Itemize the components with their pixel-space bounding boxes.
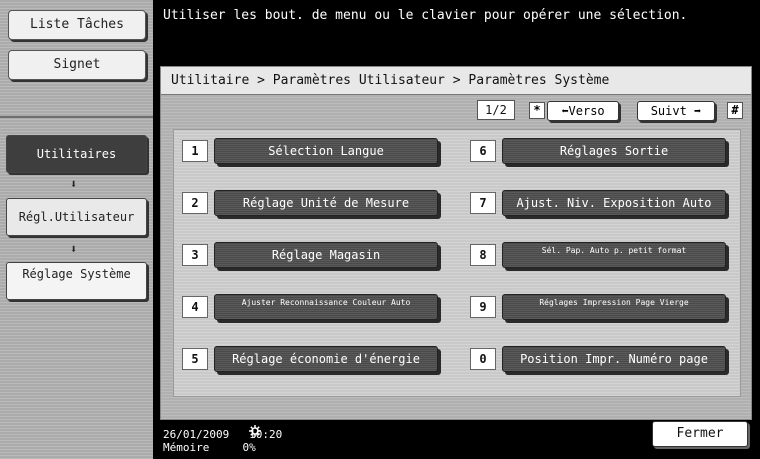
menu-item-8: 8 Sél. Pap. Auto p. petit format — [470, 242, 730, 268]
signet-button[interactable]: Signet — [8, 50, 146, 80]
menu-label: Sélection Langue — [268, 144, 384, 158]
main-panel: Utilitaire > Paramètres Utilisateur > Pa… — [160, 66, 752, 420]
left-panel: Liste Tâches Signet Utilitaires ⬇ Régl.U… — [0, 0, 153, 459]
menu-number: 8 — [470, 244, 496, 266]
memory-label: Mémoire — [163, 441, 210, 454]
menu-label: Ajuster Reconnaissance Couleur Auto — [241, 298, 411, 307]
menu-number: 6 — [470, 140, 496, 162]
selection-langue-button[interactable]: Sélection Langue — [214, 138, 438, 164]
star-key: * — [529, 102, 545, 119]
menu-number: 1 — [182, 140, 208, 162]
menu-label: Réglage Unité de Mesure — [242, 196, 410, 210]
menu-item-5: 5 Réglage économie d'énergie — [182, 346, 442, 372]
menu-number: 2 — [182, 192, 208, 214]
instruction-message: Utiliser les bout. de menu ou le clavier… — [163, 8, 688, 23]
status-bar: 26/01/2009 10:20 Mémoire 0% — [163, 428, 282, 454]
arrow-down-icon: ⬇ — [70, 177, 78, 191]
menu-label: Réglages Sortie — [559, 144, 669, 158]
sel-pap-auto-button[interactable]: Sél. Pap. Auto p. petit format — [502, 242, 726, 268]
suivant-button[interactable]: Suivt ➡ — [637, 101, 715, 121]
breadcrumb: Utilitaire > Paramètres Utilisateur > Pa… — [161, 67, 751, 95]
fermer-button[interactable]: Fermer — [652, 421, 748, 447]
nav-regl-utilisateur[interactable]: Régl.Utilisateur — [6, 198, 147, 236]
menu-number: 5 — [182, 348, 208, 370]
divider — [0, 116, 153, 118]
gear-icon — [249, 425, 261, 440]
status-date: 26/01/2009 — [163, 428, 230, 441]
menu-label: Ajust. Niv. Exposition Auto — [516, 196, 712, 210]
menu-number: 0 — [470, 348, 496, 370]
menu-label: Sél. Pap. Auto p. petit format — [541, 246, 687, 255]
menu-label: Réglages Impression Page Vierge — [539, 298, 689, 307]
menu-item-9: 9 Réglages Impression Page Vierge — [470, 294, 730, 320]
page-indicator: 1/2 — [477, 100, 515, 120]
menu-grid: 1 Sélection Langue 2 Réglage Unité de Me… — [173, 129, 741, 397]
menu-label: Position Impr. Numéro page — [520, 352, 708, 366]
menu-item-4: 4 Ajuster Reconnaissance Couleur Auto — [182, 294, 442, 320]
menu-item-1: 1 Sélection Langue — [182, 138, 442, 164]
liste-taches-button[interactable]: Liste Tâches — [8, 10, 146, 40]
menu-number: 9 — [470, 296, 496, 318]
ajuster-reconnaissance-couleur-button[interactable]: Ajuster Reconnaissance Couleur Auto — [214, 294, 438, 320]
ajust-niv-exposition-button[interactable]: Ajust. Niv. Exposition Auto — [502, 190, 726, 216]
memory-value: 0% — [242, 441, 256, 454]
menu-number: 3 — [182, 244, 208, 266]
menu-number: 7 — [470, 192, 496, 214]
menu-item-3: 3 Réglage Magasin — [182, 242, 442, 268]
menu-item-0: 0 Position Impr. Numéro page — [470, 346, 730, 372]
nav-reglage-systeme[interactable]: Réglage Système — [6, 262, 147, 300]
reglage-unite-mesure-button[interactable]: Réglage Unité de Mesure — [214, 190, 438, 216]
position-impr-numero-page-button[interactable]: Position Impr. Numéro page — [502, 346, 726, 372]
hash-key: # — [727, 102, 743, 119]
menu-label: Réglage économie d'énergie — [232, 352, 420, 366]
reglages-impression-page-vierge-button[interactable]: Réglages Impression Page Vierge — [502, 294, 726, 320]
menu-item-2: 2 Réglage Unité de Mesure — [182, 190, 442, 216]
menu-label: Réglage Magasin — [271, 248, 381, 262]
screen: Liste Tâches Signet Utilitaires ⬇ Régl.U… — [0, 0, 760, 459]
reglages-sortie-button[interactable]: Réglages Sortie — [502, 138, 726, 164]
reglage-economie-energie-button[interactable]: Réglage économie d'énergie — [214, 346, 438, 372]
menu-number: 4 — [182, 296, 208, 318]
reglage-magasin-button[interactable]: Réglage Magasin — [214, 242, 438, 268]
arrow-down-icon: ⬇ — [70, 242, 78, 256]
verso-button[interactable]: ⬅Verso — [547, 101, 619, 121]
menu-item-6: 6 Réglages Sortie — [470, 138, 730, 164]
nav-utilitaires[interactable]: Utilitaires — [6, 135, 147, 173]
menu-item-7: 7 Ajust. Niv. Exposition Auto — [470, 190, 730, 216]
